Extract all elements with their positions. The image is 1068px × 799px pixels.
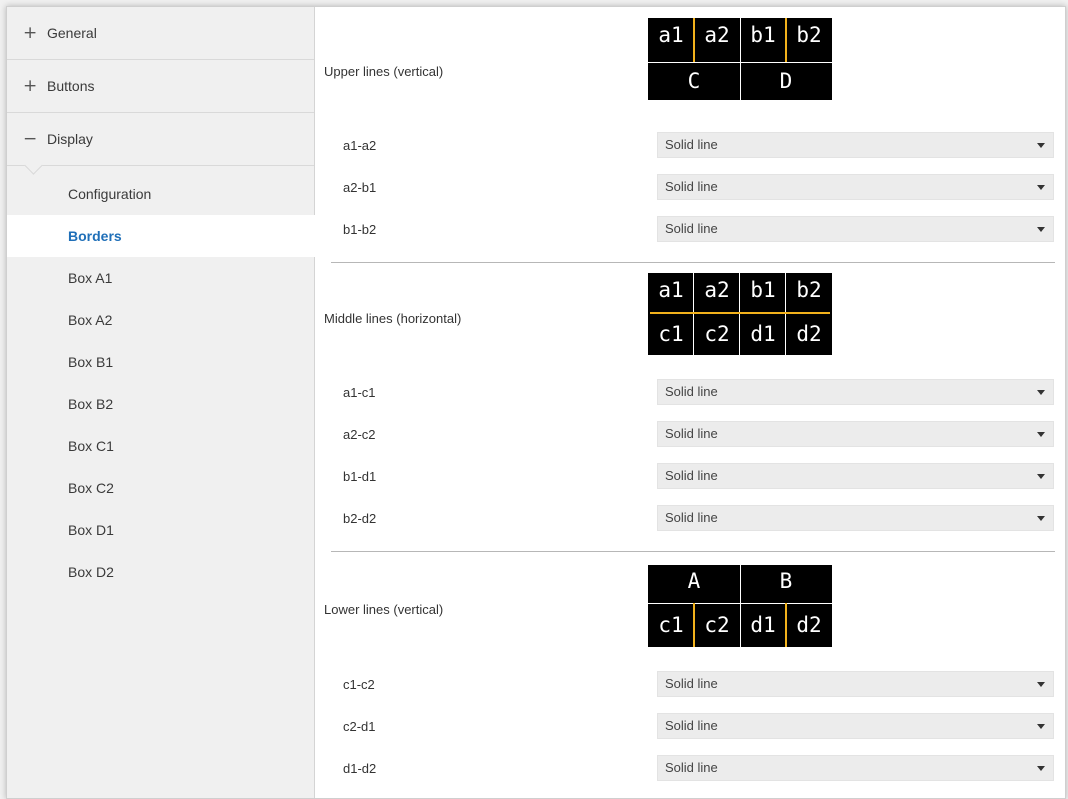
- diagram-cell-b1: b1: [750, 278, 776, 302]
- chevron-down-icon: [1037, 474, 1045, 479]
- select-value: Solid line: [665, 221, 718, 236]
- section-divider: [331, 551, 1055, 552]
- diagram-cell-c1: c1: [658, 613, 684, 637]
- sidebar: + General + Buttons − Display Configurat…: [7, 7, 315, 798]
- sidebar-item-box-c1[interactable]: Box C1: [7, 425, 314, 467]
- chevron-down-icon: [1037, 227, 1045, 232]
- section-title-middle: Middle lines (horizontal): [324, 311, 462, 326]
- diagram-cell-b2: b2: [796, 278, 822, 302]
- sidebar-group-general[interactable]: + General: [7, 7, 314, 60]
- select-value: Solid line: [665, 510, 718, 525]
- border-select-b1-d1[interactable]: Solid line: [657, 463, 1054, 489]
- plus-icon: +: [23, 22, 38, 43]
- diagram-cell-a1: a1: [658, 278, 684, 302]
- diagram-cell-c2: c2: [704, 322, 730, 346]
- sidebar-group-buttons[interactable]: + Buttons: [7, 60, 314, 113]
- row-label-a1-c1: a1-c1: [343, 385, 376, 400]
- sidebar-item-box-c2[interactable]: Box C2: [7, 467, 314, 509]
- select-value: Solid line: [665, 718, 718, 733]
- sidebar-item-box-d2[interactable]: Box D2: [7, 551, 314, 593]
- section-title-upper: Upper lines (vertical): [324, 64, 444, 79]
- select-value: Solid line: [665, 384, 718, 399]
- sidebar-item-box-b1[interactable]: Box B1: [7, 341, 314, 383]
- sidebar-group-display[interactable]: − Display: [7, 113, 314, 166]
- lower-lines-diagram: A B c1 c2 d1 d2: [648, 565, 832, 647]
- row-label-b1-d1: b1-d1: [343, 469, 377, 484]
- diagram-separator: [648, 603, 832, 604]
- chevron-down-icon: [1037, 432, 1045, 437]
- border-select-c1-c2[interactable]: Solid line: [657, 671, 1054, 697]
- row-label-b2-d2: b2-d2: [343, 511, 377, 526]
- row-label-c1-c2: c1-c2: [343, 677, 375, 692]
- diagram-cell-d1: d1: [750, 322, 776, 346]
- diagram-cell-a: A: [687, 569, 701, 593]
- chevron-down-icon: [1037, 185, 1045, 190]
- diagram-cell-b: B: [779, 569, 793, 593]
- diagram-cell-a2: a2: [704, 23, 730, 47]
- chevron-down-icon: [1037, 766, 1045, 771]
- chevron-down-icon: [1037, 143, 1045, 148]
- diagram-cell-d1: d1: [750, 613, 776, 637]
- diagram-cell-d: D: [779, 69, 793, 93]
- settings-window: + General + Buttons − Display Configurat…: [6, 6, 1066, 799]
- row-label-b1-b2: b1-b2: [343, 222, 377, 237]
- border-select-a2-b1[interactable]: Solid line: [657, 174, 1054, 200]
- middle-lines-diagram: a1 a2 b1 b2 c1 c2 d1 d2: [648, 273, 832, 355]
- sidebar-item-box-d1[interactable]: Box D1: [7, 509, 314, 551]
- select-value: Solid line: [665, 137, 718, 152]
- select-value: Solid line: [665, 760, 718, 775]
- row-label-a2-b1: a2-b1: [343, 180, 377, 195]
- chevron-down-icon: [1037, 724, 1045, 729]
- diagram-separator: [648, 62, 832, 63]
- highlight-line-b1-b2: [785, 18, 787, 62]
- row-label-a1-a2: a1-a2: [343, 138, 377, 153]
- diagram-cell-b2: b2: [796, 23, 822, 47]
- sidebar-item-configuration[interactable]: Configuration: [7, 173, 314, 215]
- select-value: Solid line: [665, 676, 718, 691]
- sidebar-group-label: Buttons: [47, 78, 95, 94]
- row-label-a2-c2: a2-c2: [343, 427, 376, 442]
- plus-icon: +: [23, 75, 38, 96]
- chevron-down-icon: [1037, 516, 1045, 521]
- sidebar-item-box-b2[interactable]: Box B2: [7, 383, 314, 425]
- border-select-a1-a2[interactable]: Solid line: [657, 132, 1054, 158]
- diagram-cell-d2: d2: [796, 613, 822, 637]
- diagram-cell-a1: a1: [658, 23, 684, 47]
- minus-icon: −: [23, 128, 38, 149]
- highlight-line-horizontal: [650, 312, 830, 314]
- border-select-b1-b2[interactable]: Solid line: [657, 216, 1054, 242]
- sidebar-group-label: Display: [47, 131, 93, 147]
- diagram-cell-c2: c2: [704, 613, 730, 637]
- borders-panel: Upper lines (vertical) a1 a2 b1 b2 C D a…: [315, 7, 1065, 798]
- sidebar-item-borders[interactable]: Borders: [7, 215, 315, 257]
- diagram-cell-a2: a2: [704, 278, 730, 302]
- upper-lines-diagram: a1 a2 b1 b2 C D: [648, 18, 832, 100]
- select-value: Solid line: [665, 426, 718, 441]
- sidebar-item-box-a1[interactable]: Box A1: [7, 257, 314, 299]
- border-select-a1-c1[interactable]: Solid line: [657, 379, 1054, 405]
- select-value: Solid line: [665, 468, 718, 483]
- highlight-line-a1-a2: [693, 18, 695, 62]
- diagram-cell-c1: c1: [658, 322, 684, 346]
- border-select-a2-c2[interactable]: Solid line: [657, 421, 1054, 447]
- select-value: Solid line: [665, 179, 718, 194]
- chevron-down-icon: [1037, 390, 1045, 395]
- diagram-cell-d2: d2: [796, 322, 822, 346]
- border-select-c2-d1[interactable]: Solid line: [657, 713, 1054, 739]
- chevron-down-icon: [1037, 682, 1045, 687]
- row-label-c2-d1: c2-d1: [343, 719, 376, 734]
- border-select-b2-d2[interactable]: Solid line: [657, 505, 1054, 531]
- section-title-lower: Lower lines (vertical): [324, 602, 444, 617]
- sidebar-item-box-a2[interactable]: Box A2: [7, 299, 314, 341]
- row-label-d1-d2: d1-d2: [343, 761, 377, 776]
- diagram-cell-c: C: [687, 69, 701, 93]
- sidebar-group-label: General: [47, 25, 97, 41]
- sidebar-subitems: Configuration Borders Box A1 Box A2 Box …: [7, 166, 315, 593]
- border-select-d1-d2[interactable]: Solid line: [657, 755, 1054, 781]
- diagram-cell-b1: b1: [750, 23, 776, 47]
- section-divider: [331, 262, 1055, 263]
